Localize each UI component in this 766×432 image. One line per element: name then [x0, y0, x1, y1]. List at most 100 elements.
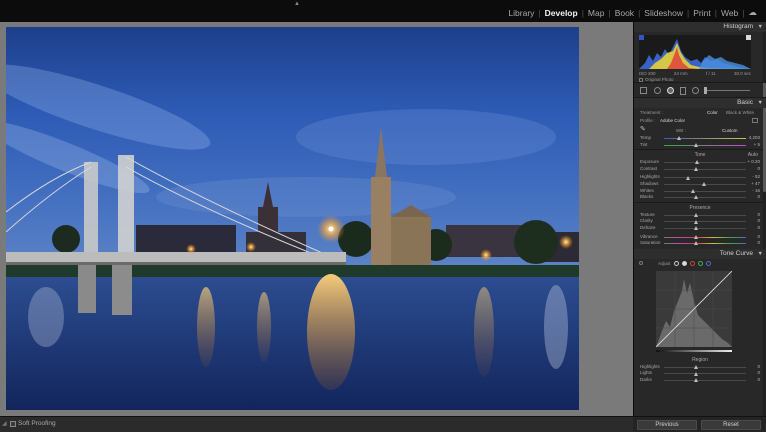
- tone-curve-header[interactable]: Tone Curve ▼: [634, 248, 766, 259]
- curve-highlights-value[interactable]: 0: [757, 364, 760, 369]
- clarity-slider-track[interactable]: [664, 221, 746, 223]
- vibrance-slider-knob[interactable]: [693, 234, 698, 239]
- image-workspace[interactable]: [0, 22, 633, 416]
- whites-slider-track[interactable]: [664, 190, 746, 192]
- cloud-icon[interactable]: ☁: [746, 7, 761, 18]
- shadows-slider-knob[interactable]: [701, 182, 706, 187]
- dehaze-value[interactable]: 0: [757, 225, 760, 230]
- spot-removal-icon[interactable]: [654, 87, 661, 94]
- profile-browser-icon[interactable]: [752, 118, 758, 123]
- vibrance-value[interactable]: 0: [757, 234, 760, 239]
- saturation-slider-row[interactable]: Saturation 0: [634, 240, 766, 247]
- brush-slider-track[interactable]: [706, 90, 750, 91]
- reset-button[interactable]: Reset: [701, 420, 761, 430]
- auto-tone-button[interactable]: Auto: [748, 151, 758, 159]
- adjustment-brush-icon[interactable]: [704, 87, 707, 94]
- collapse-top-panel-icon[interactable]: ▲: [294, 1, 300, 7]
- texture-value[interactable]: 0: [757, 212, 760, 217]
- curve-lights-slider-track[interactable]: [664, 373, 746, 375]
- histogram-graph[interactable]: [639, 35, 751, 69]
- contrast-slider-knob[interactable]: [693, 166, 698, 171]
- contrast-value[interactable]: 0: [757, 166, 760, 171]
- soft-proofing-checkbox[interactable]: [10, 421, 16, 427]
- profile-dropdown[interactable]: Adobe Color: [660, 118, 685, 123]
- highlights-value[interactable]: - 52: [752, 174, 760, 179]
- red-channel-icon[interactable]: [690, 260, 695, 266]
- collapse-arrow-icon[interactable]: ▼: [758, 249, 763, 259]
- histogram-header[interactable]: Histogram ▼: [634, 22, 766, 32]
- clarity-value[interactable]: 0: [757, 218, 760, 223]
- whites-slider-row[interactable]: Whites - 16: [634, 188, 766, 195]
- red-eye-icon[interactable]: [667, 87, 674, 94]
- exposure-slider-track[interactable]: [664, 162, 746, 164]
- shadows-slider-row[interactable]: Shadows + 47: [634, 181, 766, 188]
- temp-slider-knob[interactable]: [676, 136, 681, 141]
- exposure-slider-row[interactable]: Exposure + 0.20: [634, 159, 766, 166]
- tint-slider-knob[interactable]: [693, 142, 698, 147]
- dehaze-slider-track[interactable]: [664, 227, 746, 229]
- curve-darks-slider-track[interactable]: [664, 379, 746, 381]
- curve-highlights-slider-knob[interactable]: [693, 364, 698, 369]
- highlights-slider-track[interactable]: [664, 177, 746, 179]
- tone-curve-graph[interactable]: [656, 270, 732, 347]
- clarity-slider-row[interactable]: Clarity 0: [634, 218, 766, 225]
- dehaze-slider-row[interactable]: Dehaze 0: [634, 225, 766, 232]
- saturation-slider-knob[interactable]: [693, 241, 698, 246]
- module-library[interactable]: Library: [505, 8, 537, 18]
- vibrance-slider-track[interactable]: [664, 236, 746, 238]
- temp-slider-row[interactable]: Temp 4,203: [634, 135, 766, 142]
- blacks-slider-track[interactable]: [664, 197, 746, 199]
- saturation-value[interactable]: 0: [757, 240, 760, 245]
- curve-darks-value[interactable]: 0: [757, 377, 760, 382]
- curve-split-slider[interactable]: [656, 349, 732, 352]
- wb-dropdown[interactable]: Custom: [722, 128, 738, 133]
- curve-lights-slider-knob[interactable]: [693, 371, 698, 376]
- curve-lights-value[interactable]: 0: [757, 370, 760, 375]
- basic-header[interactable]: Basic ▼: [634, 98, 766, 108]
- target-adjust-icon[interactable]: [639, 260, 643, 265]
- module-print[interactable]: Print: [690, 8, 713, 18]
- contrast-slider-track[interactable]: [664, 168, 746, 170]
- module-develop[interactable]: Develop: [542, 8, 581, 18]
- exposure-slider-knob[interactable]: [694, 160, 699, 165]
- curve-darks-slider-knob[interactable]: [693, 378, 698, 383]
- blacks-slider-knob[interactable]: [693, 195, 698, 200]
- tint-slider-row[interactable]: Tint + 5: [634, 142, 766, 149]
- point-curve-rgb-icon[interactable]: [682, 260, 687, 266]
- texture-slider-knob[interactable]: [693, 212, 698, 217]
- curve-darks-slider-row[interactable]: Darks 0: [634, 377, 766, 384]
- radial-filter-icon[interactable]: [692, 87, 699, 94]
- temp-value[interactable]: 4,203: [749, 135, 760, 140]
- collapse-arrow-icon[interactable]: ▼: [758, 98, 763, 108]
- highlights-slider-row[interactable]: Highlights - 52: [634, 174, 766, 181]
- original-photo-checkbox[interactable]: [639, 77, 643, 82]
- whites-slider-knob[interactable]: [690, 188, 695, 193]
- contrast-slider-row[interactable]: Contrast 0: [634, 166, 766, 173]
- parametric-curve-icon[interactable]: [674, 260, 679, 266]
- exposure-value[interactable]: + 0.20: [747, 159, 760, 164]
- vibrance-slider-row[interactable]: Vibrance 0: [634, 234, 766, 241]
- graduated-filter-icon[interactable]: [680, 87, 686, 95]
- crop-tool-icon[interactable]: [640, 87, 647, 94]
- texture-slider-track[interactable]: [664, 214, 746, 216]
- module-slideshow[interactable]: Slideshow: [641, 8, 686, 18]
- eyedropper-icon[interactable]: ✎: [640, 126, 648, 134]
- highlights-slider-knob[interactable]: [685, 175, 690, 180]
- whites-value[interactable]: - 16: [752, 188, 760, 193]
- module-web[interactable]: Web: [718, 8, 741, 18]
- curve-highlights-slider-row[interactable]: Highlights 0: [634, 364, 766, 371]
- tint-value[interactable]: + 5: [754, 142, 760, 147]
- blue-channel-icon[interactable]: [706, 260, 711, 266]
- blacks-slider-row[interactable]: Blacks 0: [634, 194, 766, 201]
- dehaze-slider-knob[interactable]: [693, 226, 698, 231]
- view-mode-icon[interactable]: ◢: [2, 420, 7, 427]
- collapse-arrow-icon[interactable]: ▼: [758, 22, 763, 32]
- curve-highlights-slider-track[interactable]: [664, 366, 746, 368]
- treatment-color-option[interactable]: Color: [707, 110, 718, 115]
- tint-slider-track[interactable]: [664, 144, 746, 146]
- previous-button[interactable]: Previous: [637, 420, 697, 430]
- photo-preview[interactable]: [6, 27, 579, 410]
- module-map[interactable]: Map: [585, 8, 608, 18]
- module-book[interactable]: Book: [612, 8, 637, 18]
- saturation-slider-track[interactable]: [664, 243, 746, 245]
